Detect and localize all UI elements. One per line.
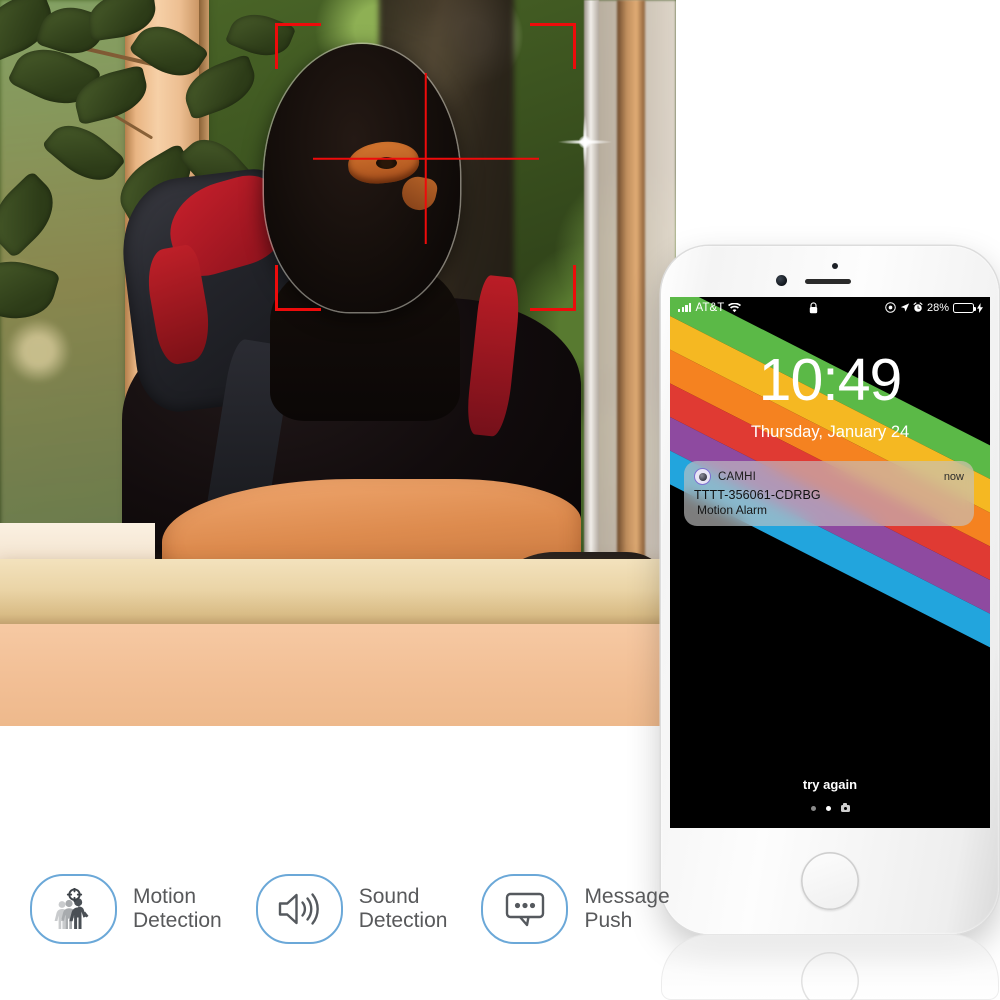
page-indicator [670, 803, 990, 812]
battery-percent-label: 28% [926, 301, 949, 314]
window-jamb-metal [584, 0, 599, 596]
notification-app-name: CAMHI [718, 470, 757, 483]
reticle-corner-bottom-right [530, 264, 577, 311]
feature-label-line2: Detection [133, 909, 222, 932]
lock-screen-date: Thursday, January 24 [750, 423, 910, 441]
feature-message-push[interactable]: Message Push [481, 874, 670, 944]
feature-sound-detection[interactable]: Sound Detection [255, 874, 448, 944]
reticle-corner-top-left [275, 23, 322, 70]
page-dot-active[interactable] [825, 806, 831, 811]
intruder-scene-photo [0, 0, 676, 726]
location-arrow-icon [900, 303, 910, 312]
notification-title: TTTT-356061-CDRBG [694, 488, 821, 502]
notification-timestamp: now [943, 470, 964, 483]
page-dot-inactive[interactable] [810, 806, 816, 811]
feature-label-line2: Detection [358, 909, 448, 932]
window-jamb-wood [616, 0, 645, 596]
tracking-reticle [275, 23, 577, 311]
iphone-device: AT&T 28% 10:49 Thursday, January 24 CAMH… [661, 246, 999, 934]
product-marketing-image: AT&T 28% 10:49 Thursday, January 24 CAMH… [0, 0, 1000, 1000]
feature-label-line2: Push [584, 909, 633, 932]
feature-motion-detection[interactable]: Motion Detection [30, 874, 222, 944]
reticle-corner-bottom-left [275, 264, 322, 311]
alarm-clock-icon [913, 302, 923, 312]
phone-lock-screen[interactable]: AT&T 28% 10:49 Thursday, January 24 CAMH… [670, 297, 990, 828]
notification-body: Motion Alarm [697, 503, 768, 517]
status-bar: AT&T 28% [670, 297, 990, 318]
front-camera-icon [776, 275, 787, 286]
windowsill [0, 559, 676, 628]
message-push-icon [481, 874, 569, 944]
notification-header: CAMHI now [694, 468, 964, 485]
battery-icon [952, 302, 976, 313]
feature-label-line1: Sound [358, 885, 420, 909]
sound-detection-icon [255, 874, 343, 944]
lock-icon [809, 301, 818, 313]
signal-bars-icon [678, 302, 692, 312]
feature-list: Motion Detection Sound Detection Message… [30, 874, 670, 944]
windowsill-front [0, 624, 676, 726]
feature-label-line1: Message [584, 885, 670, 909]
try-again-label[interactable]: try again [670, 777, 990, 792]
motion-detection-icon [30, 874, 117, 944]
feature-label: Sound Detection [359, 885, 448, 933]
lock-screen-clock: 10:49 [758, 347, 903, 413]
status-bar-center [741, 301, 885, 314]
phone-reflection [661, 934, 999, 1000]
notification-banner[interactable]: CAMHI now TTTT-356061-CDRBG Motion Alarm [684, 461, 974, 526]
home-button[interactable] [801, 852, 859, 910]
status-bar-left: AT&T [670, 301, 742, 314]
charging-bolt-icon [977, 302, 983, 313]
do-not-disturb-icon [885, 302, 897, 313]
feature-label-line1: Motion [133, 885, 197, 909]
proximity-sensor-icon [832, 263, 838, 269]
feature-label: Motion Detection [133, 885, 222, 933]
reticle-crosshair-horizontal [312, 157, 539, 160]
status-bar-right: 28% [885, 302, 990, 314]
carrier-label: AT&T [695, 301, 725, 314]
reticle-corner-top-right [530, 23, 577, 70]
earpiece-speaker-icon [805, 279, 851, 284]
feature-label: Message Push [584, 885, 669, 933]
camhi-app-icon [694, 468, 711, 485]
wifi-icon [728, 302, 742, 312]
home-button-reflection [801, 952, 859, 1000]
camera-icon[interactable] [840, 803, 850, 812]
